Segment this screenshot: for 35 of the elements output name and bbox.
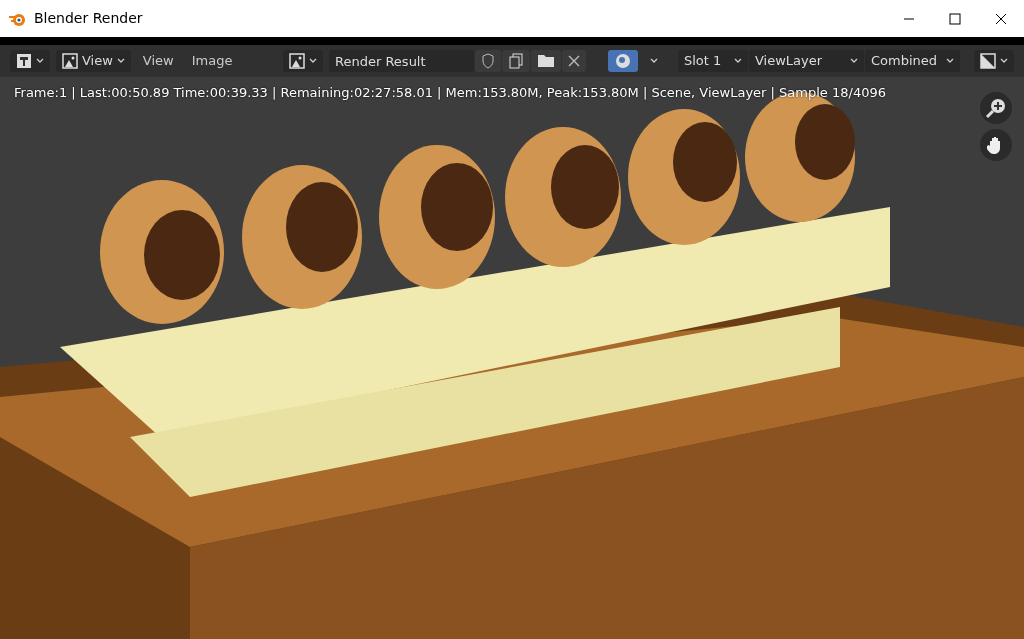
menu-item[interactable]: View — [136, 51, 180, 71]
caret-icon — [734, 58, 742, 64]
caret-icon — [36, 58, 44, 64]
copy-icon — [508, 53, 524, 69]
image-icon — [62, 53, 78, 69]
maximize-icon — [949, 12, 961, 25]
folder-icon — [537, 54, 555, 68]
toggle-button[interactable] — [608, 50, 638, 72]
image-icon — [289, 53, 305, 69]
caret-icon — [1000, 58, 1008, 64]
close-image-button[interactable] — [562, 50, 586, 72]
window-title: Blender Render — [34, 9, 143, 28]
fake-user-button[interactable] — [475, 50, 501, 72]
caret-icon — [309, 58, 317, 64]
close-icon — [568, 55, 580, 67]
view-layer-dropdown[interactable]: ViewLayer — [749, 50, 864, 72]
menu-item[interactable]: Image — [185, 51, 239, 71]
duplicate-button[interactable] — [502, 50, 530, 72]
open-button[interactable] — [531, 50, 561, 72]
image-icon — [980, 53, 996, 69]
display-mode-button[interactable] — [974, 50, 1014, 72]
caret-icon — [946, 58, 954, 64]
editor-type-button[interactable] — [10, 50, 50, 72]
pass-dropdown[interactable]: Combined — [865, 50, 960, 72]
shield-icon — [481, 53, 495, 69]
image-browse-button[interactable] — [283, 50, 323, 72]
image-name-field[interactable]: Render Result — [329, 50, 474, 72]
view-dropdown[interactable]: View — [56, 50, 131, 72]
caret-icon — [116, 58, 125, 64]
close-icon — [995, 12, 1007, 25]
editor-icon — [16, 53, 32, 69]
caret-icon — [650, 58, 658, 64]
slot-dropdown[interactable]: Slot 1 — [678, 50, 748, 72]
render-icon — [614, 52, 632, 70]
caret-icon — [850, 58, 858, 64]
